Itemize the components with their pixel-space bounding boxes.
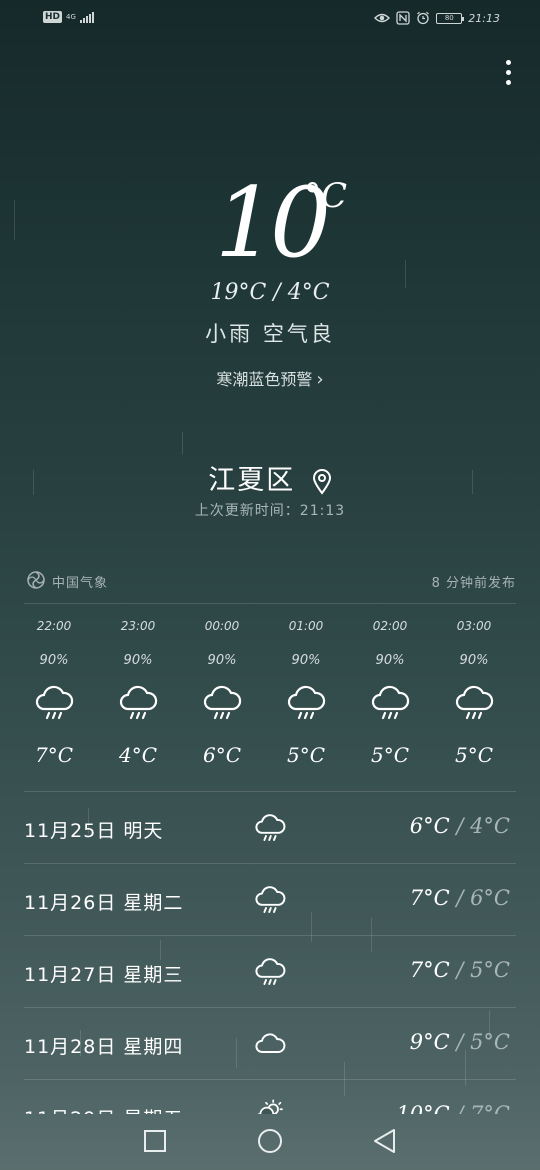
system-navigation-bar [0, 1112, 540, 1170]
day-label: 11月25日 明天 [24, 820, 164, 842]
daily-row[interactable]: 11月29日 星期五 10°C / 7°C [24, 1080, 516, 1114]
day-high: 9°C [409, 1030, 450, 1054]
cloud-rain-icon [255, 814, 286, 841]
published-time: 8 分钟前发布 [431, 576, 516, 591]
location-pin-icon [312, 468, 331, 495]
cloud-rain-icon [255, 958, 286, 985]
cloud-rain-icon [203, 685, 242, 720]
alarm-icon [417, 11, 430, 25]
day-high: 7°C [409, 886, 450, 910]
chevron-right-icon: › [316, 369, 324, 390]
source-name: 中国气象 [52, 576, 109, 591]
more-dot-icon [505, 80, 511, 85]
hour-temp: 6°C [202, 743, 242, 767]
hour-time: 01:00 [288, 619, 324, 633]
hour-temp: 7°C [34, 743, 74, 767]
hour-temp: 5°C [454, 743, 494, 767]
hd-badge: HD [43, 11, 63, 23]
status-bar: HD 4G 80 21:13 [0, 0, 540, 40]
cloud-rain-icon [287, 685, 326, 720]
hourly-item: 23:00 90% 4°C [103, 615, 173, 769]
location[interactable]: 江夏区 [0, 458, 540, 497]
circle-icon [258, 1129, 282, 1153]
cloud-rain-icon [119, 685, 158, 720]
more-dot-icon [505, 70, 511, 75]
more-dot-icon [505, 60, 511, 65]
daily-row[interactable]: 11月28日 星期四 9°C / 5°C [24, 1008, 516, 1080]
precip-chance: 90% [375, 653, 405, 668]
day-low: / 5°C [449, 1030, 510, 1054]
home-button[interactable] [255, 1126, 285, 1156]
hourly-forecast[interactable]: 22:00 90% 7°C 23:00 90% 4°C 00:00 90% 6°… [0, 615, 540, 790]
network-type: 4G [66, 12, 76, 21]
hour-time: 03:00 [456, 619, 492, 633]
source-row: 中国气象 8 分钟前发布 [26, 570, 516, 592]
current-temperature: 10 [214, 167, 331, 279]
cloud-rain-icon [35, 685, 74, 720]
precip-chance: 90% [39, 653, 69, 668]
hour-time: 23:00 [120, 619, 156, 633]
cloud-icon [255, 1033, 286, 1053]
weather-condition: 小雨 空气良 [205, 322, 335, 346]
hourly-item: 02:00 90% 5°C [355, 615, 425, 769]
signal-icon [79, 11, 94, 23]
divider [24, 603, 516, 604]
day-low: / 6°C [449, 886, 510, 910]
cloud-rain-icon [455, 685, 494, 720]
weather-alert-text: 寒潮蓝色预警 [216, 370, 313, 389]
eye-icon [374, 13, 391, 23]
day-high: 6°C [409, 814, 450, 838]
square-icon [144, 1130, 166, 1152]
precip-chance: 90% [459, 653, 489, 668]
precip-chance: 90% [207, 653, 237, 668]
day-high: 7°C [409, 958, 450, 982]
hourly-item: 00:00 90% 6°C [187, 615, 257, 769]
more-options-button[interactable] [500, 60, 516, 94]
hourly-item: 03:00 90% 5°C [439, 615, 509, 769]
hourly-item: 01:00 90% 5°C [271, 615, 341, 769]
precip-chance: 90% [291, 653, 321, 668]
weather-alert-link[interactable]: 寒潮蓝色预警 › [0, 366, 540, 390]
hourly-item: 22:00 90% 7°C [19, 615, 89, 769]
current-temperature-unit: °C [304, 176, 348, 216]
location-name: 江夏区 [208, 465, 296, 496]
weather-service-logo-icon [27, 571, 45, 589]
cloud-rain-icon [255, 886, 286, 913]
hour-temp: 4°C [118, 743, 158, 767]
battery-icon: 80 [436, 12, 465, 24]
cloud-rain-icon [371, 685, 410, 720]
hour-time: 02:00 [372, 619, 408, 633]
nfc-icon [396, 11, 410, 25]
status-time: 21:13 [468, 11, 500, 25]
day-label: 11月26日 星期二 [24, 892, 184, 914]
day-label: 11月28日 星期四 [24, 1036, 184, 1058]
triangle-back-icon [374, 1129, 395, 1153]
hour-time: 00:00 [204, 619, 240, 633]
high-low-temperature: 19°C / 4°C [210, 280, 330, 305]
back-button[interactable] [370, 1126, 400, 1156]
day-label: 11月27日 星期三 [24, 964, 184, 986]
last-updated: 上次更新时间：21:13 [194, 503, 346, 519]
day-low: / 4°C [449, 814, 510, 838]
daily-row[interactable]: 11月25日 明天 6°C / 4°C [24, 792, 516, 864]
day-low: / 5°C [449, 958, 510, 982]
hour-temp: 5°C [286, 743, 326, 767]
recents-button[interactable] [140, 1126, 170, 1156]
daily-row[interactable]: 11月27日 星期三 7°C / 5°C [24, 936, 516, 1008]
daily-row[interactable]: 11月26日 星期二 7°C / 6°C [24, 864, 516, 936]
precip-chance: 90% [123, 653, 153, 668]
hour-time: 22:00 [36, 619, 72, 633]
hour-temp: 5°C [370, 743, 410, 767]
